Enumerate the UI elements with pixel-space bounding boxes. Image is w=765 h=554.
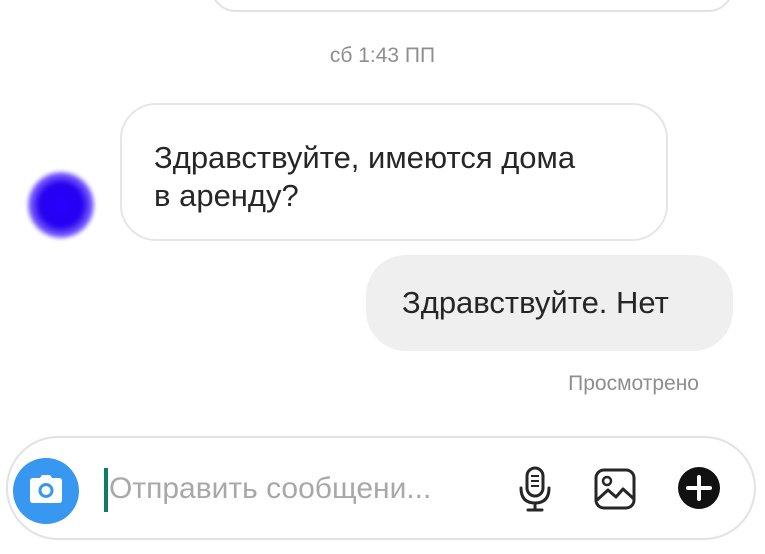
camera-button[interactable]: [13, 458, 79, 524]
seen-status: Просмотрено: [568, 372, 699, 395]
message-timestamp: сб 1:43 ПП: [329, 44, 436, 67]
avatar[interactable]: [28, 172, 94, 238]
plus-circle-icon: [677, 466, 721, 515]
previous-message-bubble: [210, 0, 734, 12]
incoming-message-line-1: Здравствуйте, имеются дома: [154, 140, 576, 175]
gallery-button[interactable]: [592, 468, 638, 514]
microphone-icon: [518, 466, 552, 517]
outgoing-message-bubble[interactable]: Здравствуйте. Нет: [366, 255, 733, 351]
text-caret: [104, 468, 108, 512]
incoming-message-line-2: в аренду?: [154, 178, 299, 213]
message-composer: [6, 436, 756, 540]
gallery-icon: [594, 468, 636, 515]
add-attachment-button[interactable]: [676, 466, 722, 515]
message-input[interactable]: [109, 464, 489, 514]
incoming-message-bubble[interactable]: Здравствуйте, имеются дома в аренду?: [120, 103, 668, 241]
outgoing-message-text: Здравствуйте. Нет: [402, 285, 669, 320]
camera-icon: [29, 474, 63, 509]
chat-screen: сб 1:43 ПП Здравствуйте, имеются дома в …: [0, 0, 765, 554]
voice-message-button[interactable]: [513, 466, 557, 516]
